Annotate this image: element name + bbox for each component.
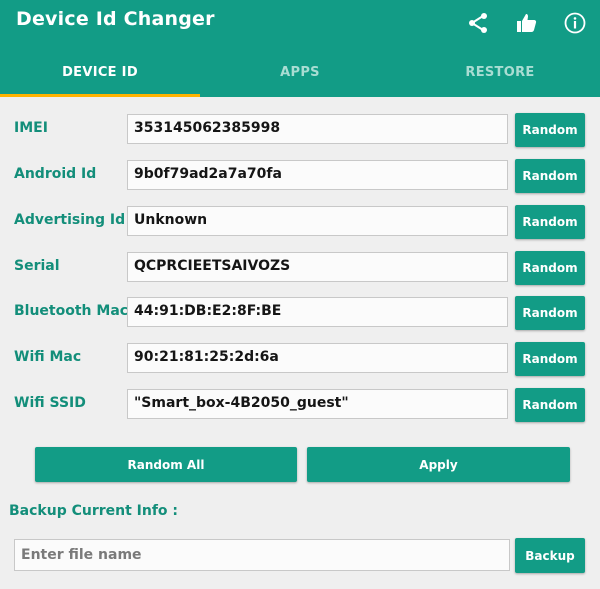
- row-wifi-mac: Wifi Mac 90:21:81:25:2d:6a Random: [0, 342, 600, 377]
- serial-label: Serial: [14, 258, 60, 274]
- apply-button[interactable]: Apply: [307, 447, 570, 482]
- share-icon[interactable]: [465, 10, 491, 36]
- row-imei: IMEI 353145062385998 Random: [0, 113, 600, 148]
- thumbs-up-icon[interactable]: [514, 10, 540, 36]
- app-title: Device Id Changer: [16, 8, 215, 30]
- tab-bar: DEVICE ID APPS RESTORE: [0, 47, 600, 97]
- backup-button[interactable]: Backup: [515, 538, 585, 573]
- file-name-input[interactable]: [14, 539, 510, 571]
- wifi-mac-label: Wifi Mac: [14, 349, 82, 365]
- android-id-label: Android Id: [14, 166, 97, 182]
- random-android-id-button[interactable]: Random: [515, 159, 585, 193]
- row-wifi-ssid: Wifi SSID "Smart_box-4B2050_guest" Rando…: [0, 388, 600, 423]
- app-bar: Device Id Changer: [0, 0, 600, 47]
- row-bluetooth-mac: Bluetooth Mac 44:91:DB:E2:8F:BE Random: [0, 296, 600, 331]
- row-serial: Serial QCPRCIEETSAIVOZS Random: [0, 251, 600, 286]
- wifi-mac-field[interactable]: 90:21:81:25:2d:6a: [127, 343, 508, 373]
- random-advertising-id-button[interactable]: Random: [515, 205, 585, 239]
- serial-field[interactable]: QCPRCIEETSAIVOZS: [127, 252, 508, 282]
- advertising-id-field[interactable]: Unknown: [127, 206, 508, 236]
- info-icon[interactable]: [562, 10, 588, 36]
- bluetooth-mac-field[interactable]: 44:91:DB:E2:8F:BE: [127, 297, 508, 327]
- advertising-id-label: Advertising Id: [14, 212, 126, 228]
- wifi-ssid-field[interactable]: "Smart_box-4B2050_guest": [127, 389, 508, 419]
- random-serial-button[interactable]: Random: [515, 251, 585, 285]
- row-android-id: Android Id 9b0f79ad2a7a70fa Random: [0, 159, 600, 194]
- random-wifi-mac-button[interactable]: Random: [515, 342, 585, 376]
- random-all-button[interactable]: Random All: [35, 447, 297, 482]
- random-bluetooth-mac-button[interactable]: Random: [515, 296, 585, 330]
- backup-heading: Backup Current Info :: [9, 503, 179, 519]
- tab-restore[interactable]: RESTORE: [400, 47, 600, 97]
- android-id-field[interactable]: 9b0f79ad2a7a70fa: [127, 160, 508, 190]
- tab-device-id[interactable]: DEVICE ID: [0, 47, 200, 97]
- bluetooth-mac-label: Bluetooth Mac: [14, 303, 129, 319]
- row-advertising-id: Advertising Id Unknown Random: [0, 205, 600, 240]
- random-wifi-ssid-button[interactable]: Random: [515, 388, 585, 422]
- active-tab-indicator: [0, 94, 200, 97]
- imei-field[interactable]: 353145062385998: [127, 114, 508, 144]
- wifi-ssid-label: Wifi SSID: [14, 395, 86, 411]
- tab-apps[interactable]: APPS: [200, 47, 400, 97]
- imei-label: IMEI: [14, 120, 48, 136]
- random-imei-button[interactable]: Random: [515, 113, 585, 147]
